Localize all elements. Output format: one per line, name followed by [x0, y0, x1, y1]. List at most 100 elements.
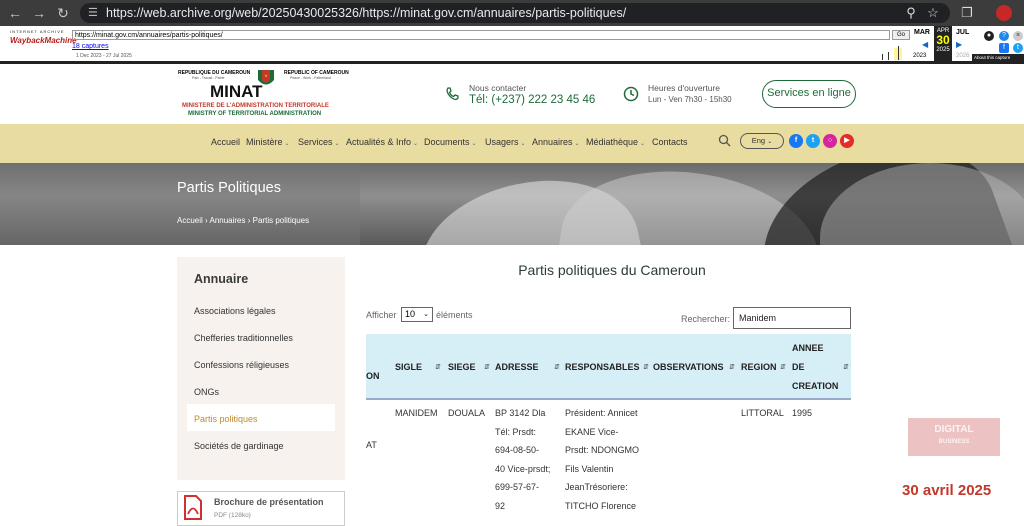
- close-toolbar-icon[interactable]: ×: [1013, 31, 1023, 41]
- phone-icon: [446, 87, 459, 101]
- nav-ministere[interactable]: Ministère ⌄: [246, 137, 290, 147]
- facebook-icon[interactable]: f: [789, 134, 803, 148]
- sort-icon[interactable]: ⇵: [843, 363, 849, 371]
- profile-avatar[interactable]: [996, 5, 1012, 21]
- wayback-logo-top: INTERNET ARCHIVE: [10, 29, 65, 34]
- captures-link[interactable]: 18 captures: [72, 43, 109, 50]
- chevron-down-icon: ⌄: [334, 141, 340, 147]
- nav-usagers[interactable]: Usagers ⌄: [485, 137, 526, 147]
- watermark-line: DIGITAL: [934, 424, 974, 435]
- back-arrow-icon[interactable]: ←: [6, 4, 24, 22]
- nav-mediatheque[interactable]: Médiathèque ⌄: [586, 137, 645, 147]
- cell-responsables: Président: Annicet EKANE Vice- Prsdt: ND…: [565, 404, 639, 516]
- user-account-icon[interactable]: ●: [984, 31, 994, 41]
- nav-label: Médiathèque: [586, 137, 639, 147]
- logo-ministry-en: MINISTRY OF TERRITORIAL ADMINISTRATION: [188, 111, 322, 117]
- page-title: Partis Politiques: [177, 180, 281, 196]
- sort-icon[interactable]: ⇵: [554, 363, 560, 371]
- chevron-down-icon: ⌄: [413, 141, 419, 147]
- banner-image-shape: [0, 163, 360, 245]
- nav-label: Accueil: [211, 137, 241, 147]
- col-header-adresse[interactable]: ADRESSE: [495, 362, 539, 372]
- prev-capture-icon[interactable]: ◀: [922, 40, 928, 49]
- nav-label: Documents: [424, 137, 470, 147]
- sort-icon[interactable]: ⇵: [435, 363, 441, 371]
- nav-annuaires[interactable]: Annuaires ⌄: [532, 137, 580, 147]
- col-header-sigle[interactable]: SIGLE: [395, 362, 422, 372]
- cell-line: 92: [495, 500, 506, 511]
- nav-accueil[interactable]: Accueil: [211, 137, 240, 147]
- col-header-annee-creation[interactable]: CREATION: [792, 381, 838, 391]
- address-bar[interactable]: ☰ https://web.archive.org/web/2025043002…: [80, 3, 950, 23]
- twitter-share-icon[interactable]: t: [1013, 43, 1023, 53]
- extensions-icon[interactable]: ❐: [958, 4, 976, 22]
- sort-icon[interactable]: ⇵: [780, 363, 786, 371]
- col-header-responsables[interactable]: RESPONSABLES: [565, 362, 640, 372]
- search-label: Rechercher:: [681, 314, 731, 324]
- breadcrumb-annuaires[interactable]: Annuaires: [209, 216, 245, 225]
- language-value: Eng: [751, 136, 766, 145]
- help-icon[interactable]: ?: [999, 31, 1009, 41]
- sidebar-item-confessions[interactable]: Confessions réligieuses: [194, 360, 289, 370]
- entries-suffix: éléments: [436, 310, 473, 320]
- site-info-icon[interactable]: ☰: [88, 3, 98, 23]
- search-icon[interactable]: [718, 134, 731, 147]
- zoom-icon[interactable]: ⚲: [902, 4, 920, 22]
- nav-services[interactable]: Services ⌄: [298, 137, 340, 147]
- sort-icon[interactable]: ⇵: [643, 363, 649, 371]
- wayback-logo[interactable]: INTERNET ARCHIVE WaybackMachine: [10, 29, 77, 59]
- cell-line: EKANE Vice-: [565, 426, 619, 437]
- instagram-icon[interactable]: ○: [823, 134, 837, 148]
- wayback-go-button[interactable]: Go: [892, 30, 910, 40]
- next-month[interactable]: JUL: [956, 29, 969, 36]
- col-header-nom[interactable]: ON: [366, 371, 380, 381]
- sidebar-item-societes[interactable]: Sociétés de gardinage: [194, 441, 284, 451]
- sidebar-item-chefferies[interactable]: Chefferies traditionnelles: [194, 333, 293, 343]
- nav-contacts[interactable]: Contacts: [652, 137, 688, 147]
- prev-month[interactable]: MAR: [914, 29, 930, 36]
- forward-arrow-icon[interactable]: →: [30, 4, 48, 22]
- chevron-down-icon: ⌄: [284, 141, 290, 147]
- col-header-siege[interactable]: SIEGE: [448, 362, 476, 372]
- logo-left-motto: Paix - Travail - Patrie: [192, 76, 225, 80]
- twitter-icon[interactable]: t: [806, 134, 820, 148]
- sort-icon[interactable]: ⇵: [729, 363, 735, 371]
- nav-actualites[interactable]: Actualités & Info ⌄: [346, 137, 418, 147]
- search-input[interactable]: Manidem: [733, 307, 851, 329]
- entries-value: 10: [405, 309, 416, 319]
- wayback-url-input[interactable]: https://minat.gov.cm/annuaires/partis-po…: [72, 30, 890, 40]
- breadcrumb-accueil[interactable]: Accueil: [177, 216, 203, 225]
- contact-phone[interactable]: Tél: (+237) 222 23 45 46: [469, 94, 595, 106]
- col-header-region[interactable]: REGION: [741, 362, 777, 372]
- bookmark-star-icon[interactable]: ☆: [924, 4, 942, 22]
- wayback-toolbar: INTERNET ARCHIVE WaybackMachine https://…: [0, 26, 1024, 64]
- current-day: 30: [936, 33, 950, 47]
- watermark-line: BUSINESS: [938, 439, 970, 445]
- cell-line: Président: Annicet: [565, 408, 638, 418]
- entries-select[interactable]: 10 ⌄: [401, 307, 433, 322]
- chevron-down-icon: ⌄: [767, 139, 773, 145]
- capture-range: 1 Dec 2023 - 27 Jul 2025: [76, 53, 132, 59]
- nav-documents[interactable]: Documents ⌄: [424, 137, 477, 147]
- youtube-icon[interactable]: ▶: [840, 134, 854, 148]
- capture-sparkline[interactable]: [870, 40, 910, 60]
- logo-right-motto: Peace - Work - Fatherland: [290, 76, 331, 80]
- col-header-annee-de[interactable]: DE: [792, 362, 805, 372]
- chevron-down-icon: ⌄: [520, 141, 526, 147]
- page-banner: [0, 163, 1024, 245]
- reload-icon[interactable]: ↻: [54, 4, 72, 22]
- facebook-share-icon[interactable]: f: [999, 43, 1009, 53]
- cell-adresse: BP 3142 Dla Tél: Prsdt: 694-08-50- 40 Vi…: [495, 404, 550, 516]
- language-selector[interactable]: Eng ⌄: [740, 133, 784, 149]
- sidebar-item-partis[interactable]: Partis politiques: [194, 414, 258, 424]
- prev-year: 2023: [913, 53, 927, 59]
- sidebar-item-associations[interactable]: Associations légales: [194, 306, 276, 316]
- col-header-annee[interactable]: ANNEE: [792, 343, 824, 353]
- about-capture-button[interactable]: About this capture: [972, 54, 1024, 62]
- sidebar-item-ongs[interactable]: ONGs: [194, 387, 219, 397]
- online-services-button[interactable]: Services en ligne: [762, 80, 856, 108]
- site-logo-name[interactable]: MINAT: [210, 82, 263, 102]
- sort-icon[interactable]: ⇵: [484, 363, 490, 371]
- col-header-observations[interactable]: OBSERVATIONS: [653, 362, 724, 372]
- next-capture-icon[interactable]: ▶: [956, 40, 962, 49]
